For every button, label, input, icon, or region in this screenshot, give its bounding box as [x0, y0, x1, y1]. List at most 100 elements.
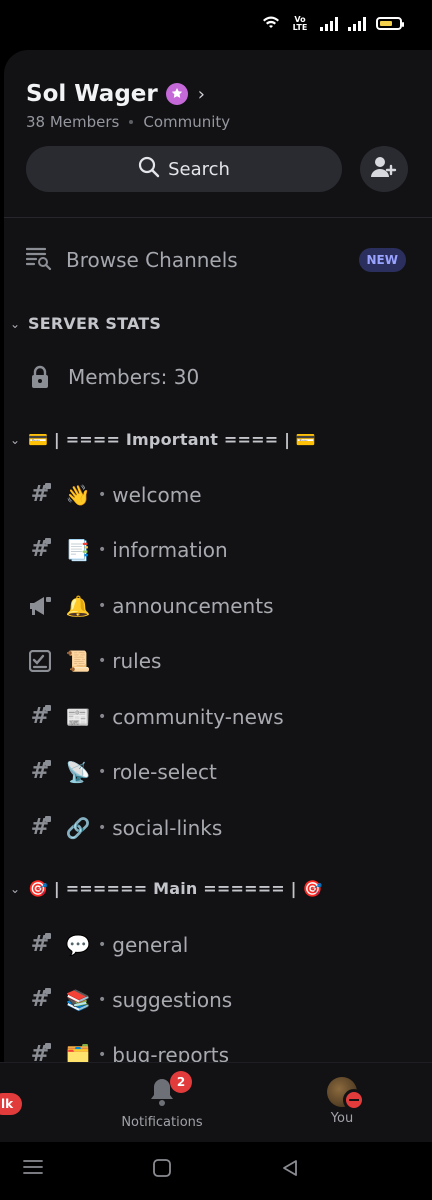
bullet-separator: •	[98, 820, 107, 836]
server-name[interactable]: Sol Wager	[26, 80, 158, 108]
browse-channels-icon	[25, 246, 52, 274]
signal-icon-2	[348, 16, 366, 31]
hash-lock-icon: #	[30, 815, 52, 840]
channel-general[interactable]: # 💬 • general	[26, 928, 188, 962]
hash-lock-icon: #	[30, 759, 52, 784]
category-label: 🎯 | ====== Main ====== | 🎯	[28, 879, 323, 898]
category-important[interactable]: ⌄ 💳 | ==== Important ==== | 💳	[8, 430, 316, 450]
bullet-separator: •	[98, 653, 107, 669]
channel-name: information	[112, 538, 228, 562]
tab-you[interactable]: You	[310, 1077, 374, 1126]
separator-dot	[129, 120, 134, 124]
add-user-icon	[371, 156, 397, 182]
header-divider	[4, 217, 432, 218]
bullet-separator: •	[98, 487, 107, 503]
channel-members-stat[interactable]: Members: 30	[26, 360, 199, 394]
you-label: You	[330, 1111, 354, 1126]
battery-icon	[376, 17, 404, 30]
do-not-disturb-icon	[343, 1089, 365, 1111]
channel-bug-reports[interactable]: # 🗂️ • bug-reports	[26, 1038, 229, 1062]
chevron-down-icon: ⌄	[9, 317, 21, 331]
signal-icon-1	[320, 16, 338, 31]
channel-emoji: 📚	[65, 988, 91, 1012]
volte-icon: Vo LTE	[292, 14, 308, 32]
notifications-label: Notifications	[121, 1115, 203, 1130]
chevron-right-icon[interactable]: ›	[198, 84, 205, 105]
channel-name: rules	[112, 649, 162, 673]
lock-icon	[26, 363, 54, 391]
channel-name: community-news	[112, 705, 284, 729]
hash-lock-icon: #	[30, 537, 52, 562]
channel-emoji: 📑	[65, 538, 91, 562]
hash-lock-icon: #	[30, 1042, 52, 1062]
channel-name: Members: 30	[68, 365, 200, 389]
new-badge: NEW	[358, 248, 406, 272]
channel-emoji: 📰	[65, 705, 91, 729]
hash-lock-icon: #	[30, 482, 52, 507]
megaphone-lock-icon	[26, 592, 54, 620]
channel-emoji: 🔔	[65, 594, 91, 618]
chevron-down-icon: ⌄	[9, 882, 21, 896]
channel-emoji: 🗂️	[65, 1043, 91, 1062]
channel-rules[interactable]: 📜 • rules	[26, 644, 161, 678]
server-meta: 38 Members Community	[26, 113, 230, 131]
system-nav-bar	[0, 1142, 432, 1200]
invite-members-button[interactable]	[360, 146, 408, 192]
channel-emoji: 🔗	[65, 816, 91, 840]
back-icon[interactable]	[280, 1158, 300, 1182]
home-icon[interactable]	[152, 1158, 172, 1182]
hash-lock-icon: #	[30, 704, 52, 729]
hash-lock-icon: #	[30, 987, 52, 1012]
bullet-separator: •	[98, 598, 107, 614]
channel-name: welcome	[112, 483, 202, 507]
channel-emoji: 💬	[65, 933, 91, 957]
channel-name: role-select	[112, 760, 217, 784]
channel-suggestions[interactable]: # 📚 • suggestions	[26, 983, 232, 1017]
chevron-down-icon: ⌄	[9, 433, 21, 447]
bullet-separator: •	[98, 542, 107, 558]
category-label: SERVER STATS	[28, 314, 162, 333]
category-label: 💳 | ==== Important ==== | 💳	[28, 430, 317, 449]
channel-name: general	[112, 933, 189, 957]
tab-notifications[interactable]: 2 Notifications	[114, 1071, 210, 1130]
channel-emoji: 📜	[65, 649, 91, 673]
server-boost-icon	[165, 83, 188, 105]
channel-announcements[interactable]: 🔔 • announcements	[26, 589, 274, 623]
channel-name: suggestions	[112, 988, 233, 1012]
channel-role-select[interactable]: # 📡 • role-select	[26, 755, 217, 789]
browse-channels-row[interactable]: Browse Channels NEW	[25, 242, 406, 278]
channel-name: social-links	[112, 816, 223, 840]
hash-lock-icon: #	[30, 932, 52, 957]
browse-channels-label: Browse Channels	[66, 248, 238, 272]
left-tab-badge: lk	[0, 1093, 22, 1115]
wifi-icon	[262, 14, 280, 33]
member-count: 38 Members	[26, 113, 120, 131]
bullet-separator: •	[98, 709, 107, 725]
server-header[interactable]: Sol Wager ›	[26, 80, 205, 108]
rules-check-icon	[26, 647, 54, 675]
channel-list-panel: Sol Wager › 38 Members Community Search …	[4, 50, 432, 1062]
avatar	[327, 1077, 365, 1111]
channel-emoji: 📡	[65, 760, 91, 784]
channel-emoji: 👋	[65, 483, 91, 507]
bullet-separator: •	[98, 1047, 107, 1062]
search-icon	[138, 156, 160, 182]
channel-name: announcements	[112, 594, 274, 618]
channel-information[interactable]: # 📑 • information	[26, 533, 228, 567]
category-server-stats[interactable]: ⌄ SERVER STATS	[8, 314, 161, 334]
menu-icon[interactable]	[22, 1158, 44, 1180]
bullet-separator: •	[98, 764, 107, 780]
channel-welcome[interactable]: # 👋 • welcome	[26, 478, 202, 512]
search-label: Search	[168, 158, 230, 180]
bottom-nav: lk 2 Notifications You	[0, 1062, 432, 1143]
search-button[interactable]: Search	[26, 146, 342, 192]
status-bar: Vo LTE	[0, 0, 432, 46]
bullet-separator: •	[98, 992, 107, 1008]
channel-community-news[interactable]: # 📰 • community-news	[26, 700, 284, 734]
server-type: Community	[143, 113, 231, 131]
bullet-separator: •	[98, 937, 107, 953]
channel-social-links[interactable]: # 🔗 • social-links	[26, 811, 222, 845]
notifications-count-badge: 2	[170, 1071, 192, 1093]
category-main[interactable]: ⌄ 🎯 | ====== Main ====== | 🎯	[8, 879, 323, 899]
channel-name: bug-reports	[112, 1043, 230, 1062]
